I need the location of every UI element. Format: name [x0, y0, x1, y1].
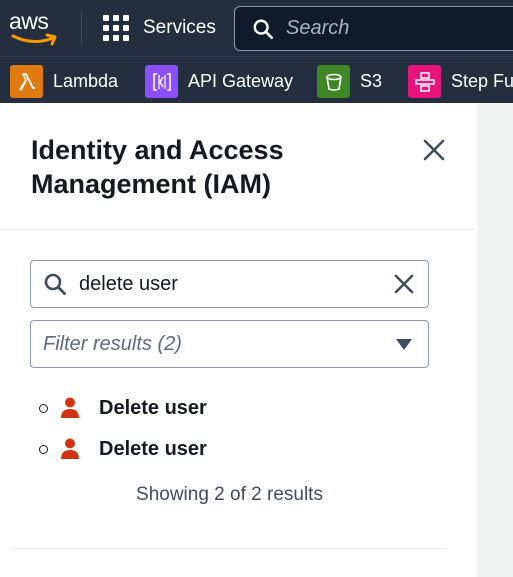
clear-search-icon[interactable]	[392, 272, 416, 296]
favorite-api-gateway[interactable]: API Gateway	[145, 65, 293, 98]
favorite-step-functions[interactable]: Step Fu	[408, 65, 513, 98]
nav-divider	[81, 12, 82, 44]
favorite-label: API Gateway	[188, 71, 294, 91]
step-functions-icon	[408, 65, 441, 98]
panel-title-line-1: Identity and Access	[31, 135, 284, 165]
bottom-divider	[12, 548, 447, 549]
grid-menu-icon	[103, 15, 129, 41]
services-menu-button[interactable]: Services	[103, 14, 216, 42]
result-item[interactable]: Delete user	[39, 393, 439, 423]
filter-results-placeholder: Filter results (2)	[43, 332, 182, 355]
user-icon	[61, 397, 79, 418]
services-label: Services	[143, 17, 216, 38]
favorite-label: S3	[360, 71, 383, 91]
panel-divider	[0, 229, 476, 230]
search-query-value[interactable]: delete user	[79, 273, 392, 296]
top-navigation: aws Services	[0, 0, 513, 56]
favorite-s3[interactable]: S3	[317, 65, 382, 98]
favorites-bar: Lambda API Gateway S3 Step Fu	[0, 56, 513, 103]
service-search-panel: Identity and Access Management (IAM) del…	[0, 103, 478, 577]
api-gateway-icon	[145, 65, 178, 98]
aws-logo[interactable]: aws	[9, 8, 59, 46]
panel-title: Identity and Access Management (IAM)	[31, 133, 361, 201]
results-count-text: Showing 2 of 2 results	[136, 484, 323, 505]
result-link[interactable]: Delete user	[99, 397, 207, 420]
s3-bucket-icon	[317, 65, 350, 98]
user-icon	[61, 438, 79, 459]
lambda-icon	[10, 65, 43, 98]
panel-search-input[interactable]: delete user	[30, 260, 429, 308]
result-item[interactable]: Delete user	[39, 434, 439, 464]
panel-title-line-2: Management (IAM)	[31, 169, 272, 199]
caret-down-icon	[396, 338, 412, 350]
filter-results-select[interactable]: Filter results (2)	[30, 320, 429, 368]
favorite-label: Lambda	[53, 71, 119, 91]
aws-logo-text: aws	[9, 8, 49, 34]
favorite-lambda[interactable]: Lambda	[10, 65, 118, 98]
aws-smile-icon	[11, 33, 57, 46]
bullet-icon	[39, 403, 48, 413]
search-icon	[253, 19, 273, 39]
global-search-box[interactable]	[234, 6, 513, 51]
background-page-area	[478, 103, 513, 577]
favorite-label: Step Fu	[451, 71, 513, 91]
search-icon	[44, 273, 66, 295]
global-search-input[interactable]	[286, 17, 513, 40]
bullet-icon	[39, 444, 48, 454]
close-icon[interactable]	[421, 137, 447, 163]
result-link[interactable]: Delete user	[99, 438, 207, 461]
